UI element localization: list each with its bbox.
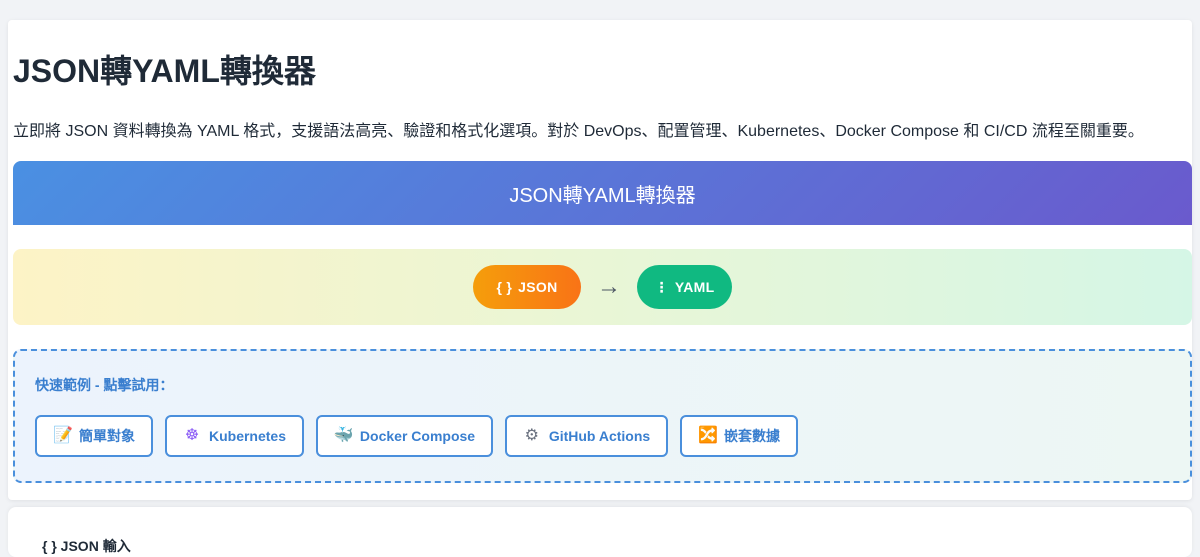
example-button-simple-object[interactable]: 📝 簡單對象 bbox=[35, 415, 153, 457]
shuffle-icon: 🔀 bbox=[698, 427, 718, 444]
page-description: 立即將 JSON 資料轉換為 YAML 格式，支援語法高亮、驗證和格式化選項。對… bbox=[13, 123, 1144, 140]
example-label: Kubernetes bbox=[208, 428, 287, 444]
example-button-github-actions[interactable]: ⚙ GitHub Actions bbox=[505, 415, 668, 457]
gear-icon: ⚙ bbox=[524, 427, 539, 444]
yaml-format-label: YAML bbox=[674, 279, 715, 295]
quick-examples-panel: 快速範例 - 點擊試用： 📝 簡單對象 ☸ Kubernetes 🐳 Docke… bbox=[13, 349, 1192, 483]
json-format-pill: { } JSON bbox=[473, 265, 581, 309]
json-input-heading: { } JSON 輸入 bbox=[42, 538, 131, 554]
example-label: 嵌套數據 bbox=[724, 428, 780, 444]
whale-icon: 🐳 bbox=[333, 427, 354, 444]
example-button-docker-compose[interactable]: 🐳 Docker Compose bbox=[316, 415, 493, 457]
braces-icon: { } bbox=[496, 279, 513, 295]
page-title: JSON轉YAML轉換器 bbox=[13, 53, 316, 89]
banner-title: JSON轉YAML轉換器 bbox=[509, 184, 696, 207]
quick-examples-title: 快速範例 - 點擊試用： bbox=[35, 377, 174, 393]
kubernetes-icon: ☸ bbox=[184, 427, 200, 444]
conversion-direction: { } JSON → ⋮ YAML bbox=[13, 249, 1192, 325]
arrow-right-icon: → bbox=[597, 273, 621, 300]
yaml-format-pill: ⋮ YAML bbox=[637, 265, 732, 309]
example-label: GitHub Actions bbox=[548, 428, 651, 444]
json-format-label: JSON bbox=[518, 279, 558, 295]
example-button-kubernetes[interactable]: ☸ Kubernetes bbox=[165, 415, 304, 457]
example-label: Docker Compose bbox=[359, 428, 476, 444]
vertical-dots-icon: ⋮ bbox=[654, 278, 669, 295]
example-button-nested-data[interactable]: 🔀 嵌套數據 bbox=[680, 415, 798, 457]
example-label: 簡單對象 bbox=[79, 428, 135, 444]
converter-banner: JSON轉YAML轉換器 bbox=[13, 161, 1192, 225]
memo-icon: 📝 bbox=[53, 427, 73, 444]
json-input-card: { } JSON 輸入 bbox=[8, 507, 1192, 557]
